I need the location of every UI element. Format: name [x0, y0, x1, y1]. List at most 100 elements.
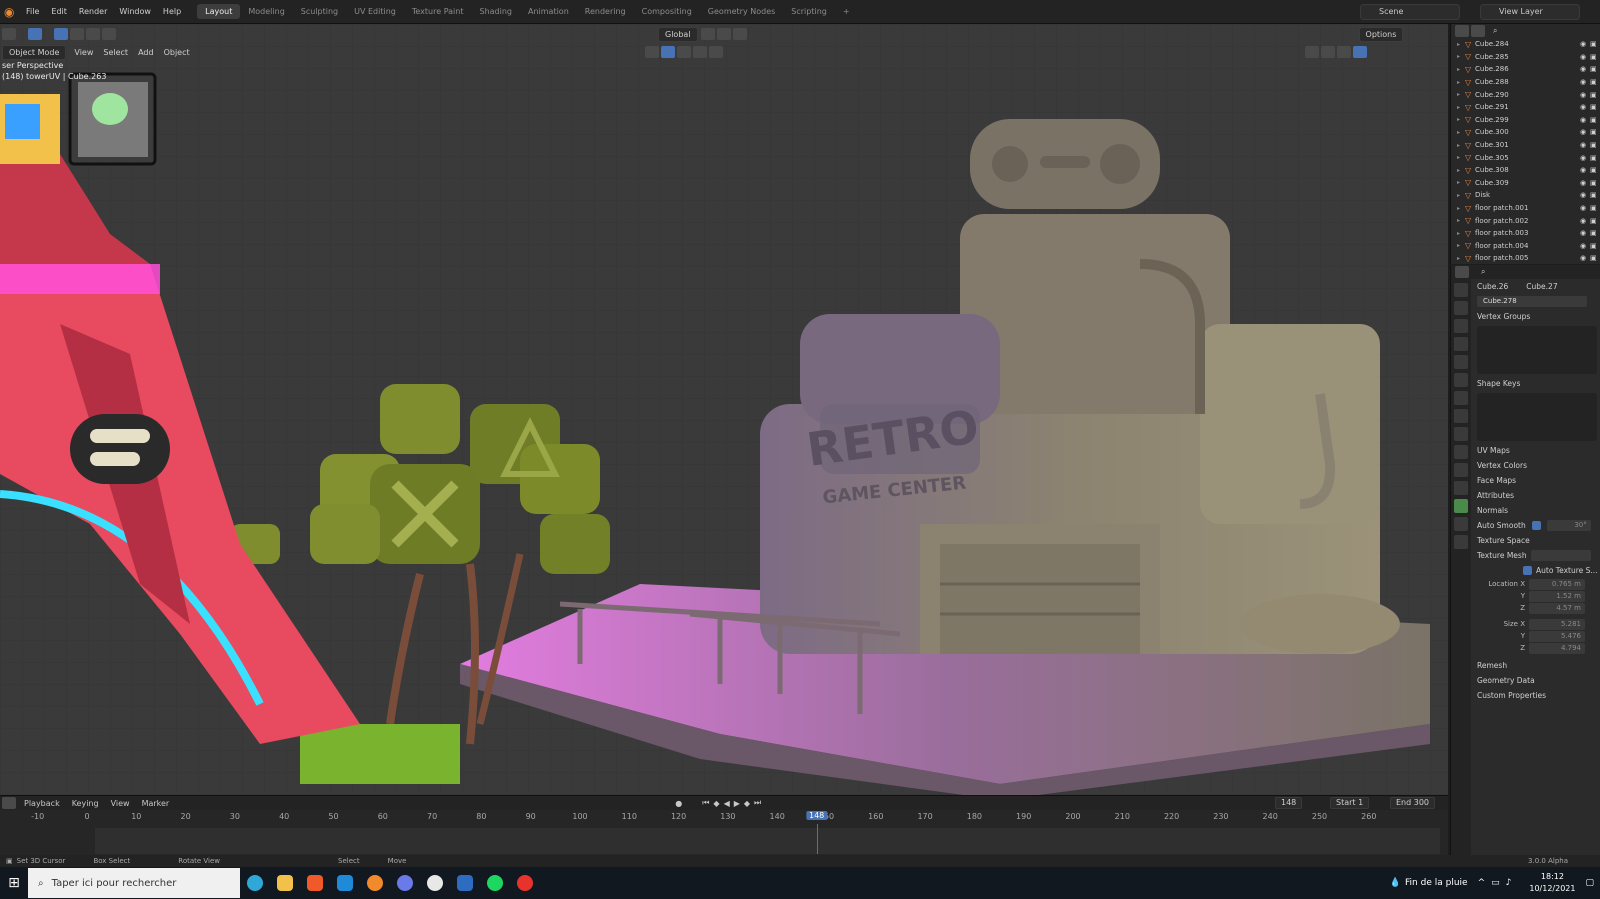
render-camera-icon[interactable]: ▣	[1590, 242, 1600, 250]
visibility-eye-icon[interactable]: ◉	[1580, 103, 1590, 111]
expand-chevron-icon[interactable]: ▸	[1457, 142, 1465, 149]
tab-animation[interactable]: Animation	[520, 4, 577, 19]
visibility-eye-icon[interactable]: ◉	[1580, 191, 1590, 199]
texture-space-panel[interactable]: Texture Space	[1473, 533, 1600, 548]
shape-keys-list[interactable]	[1477, 393, 1597, 441]
edge-icon[interactable]	[240, 867, 270, 899]
outliner-item[interactable]: ▸ ▽ floor patch.002 ◉ ▣	[1451, 214, 1600, 227]
spotify-icon[interactable]	[480, 867, 510, 899]
snapping-icon[interactable]	[716, 28, 731, 40]
expand-chevron-icon[interactable]: ▸	[1457, 255, 1465, 262]
menu-marker[interactable]: Marker	[136, 799, 176, 808]
world-tab-icon[interactable]	[1454, 373, 1468, 387]
proportional-edit-icon[interactable]	[732, 28, 747, 40]
menu-add[interactable]: Add	[133, 48, 159, 57]
tray-chevron-icon[interactable]: ^	[1478, 878, 1486, 888]
select-mode-subtract-icon[interactable]	[86, 28, 100, 40]
tab-layout[interactable]: Layout	[197, 4, 241, 19]
menu-view[interactable]: View	[69, 48, 98, 57]
tab-uv-editing[interactable]: UV Editing	[346, 4, 404, 19]
mail-icon[interactable]	[330, 867, 360, 899]
collection-tab-icon[interactable]	[1454, 391, 1468, 405]
discord-icon[interactable]	[390, 867, 420, 899]
select-mode-extend-icon[interactable]	[70, 28, 84, 40]
brave-icon[interactable]	[300, 867, 330, 899]
menu-file[interactable]: File	[20, 7, 45, 16]
render-camera-icon[interactable]: ▣	[1590, 204, 1600, 212]
jump-end-icon[interactable]: ⏭	[754, 798, 761, 808]
visibility-eye-icon[interactable]: ◉	[1580, 204, 1590, 212]
3d-viewport[interactable]: RETRO GAME CENTER	[0, 24, 1448, 795]
tab-compositing[interactable]: Compositing	[634, 4, 700, 19]
notifications-icon[interactable]: ▢	[1585, 878, 1594, 888]
app-red-icon[interactable]	[510, 867, 540, 899]
jump-start-icon[interactable]: ⏮	[702, 798, 709, 808]
size-value-field[interactable]: 4.794	[1529, 642, 1585, 654]
outliner-item[interactable]: ▸ ▽ Cube.309 ◉ ▣	[1451, 177, 1600, 190]
overlay-icon[interactable]	[676, 46, 691, 58]
render-camera-icon[interactable]: ▣	[1590, 141, 1600, 149]
outliner-item[interactable]: ▸ ▽ Cube.285 ◉ ▣	[1451, 51, 1600, 64]
playhead-frame-badge[interactable]: 148	[805, 811, 828, 820]
outliner-item[interactable]: ▸ ▽ Cube.299 ◉ ▣	[1451, 114, 1600, 127]
render-camera-icon[interactable]: ▣	[1590, 78, 1600, 86]
mesh-data-tab-icon[interactable]	[1454, 499, 1468, 513]
render-camera-icon[interactable]: ▣	[1590, 217, 1600, 225]
render-tab-icon[interactable]	[1454, 301, 1468, 315]
expand-chevron-icon[interactable]: ▸	[1457, 66, 1465, 73]
windows-start-icon[interactable]: ⊞	[0, 867, 28, 899]
view-layer-selector[interactable]: View Layer	[1480, 4, 1580, 20]
normals-panel[interactable]: Normals	[1473, 503, 1600, 518]
mesh-name-field[interactable]: Cube.278	[1477, 296, 1587, 307]
tool-tab-icon[interactable]	[1454, 283, 1468, 297]
visibility-eye-icon[interactable]: ◉	[1580, 78, 1590, 86]
expand-chevron-icon[interactable]: ▸	[1457, 91, 1465, 98]
shading-solid-icon[interactable]	[1320, 46, 1335, 58]
taskbar-search[interactable]: ⌕ Taper ici pour rechercher	[28, 868, 240, 898]
visibility-eye-icon[interactable]: ◉	[1580, 65, 1590, 73]
face-maps-panel[interactable]: Face Maps	[1473, 473, 1600, 488]
blender-icon[interactable]	[360, 867, 390, 899]
outliner-item[interactable]: ▸ ▽ Disk ◉ ▣	[1451, 189, 1600, 202]
object-mode-dropdown[interactable]: Object Mode	[2, 44, 67, 60]
expand-chevron-icon[interactable]: ▸	[1457, 242, 1465, 249]
visibility-eye-icon[interactable]: ◉	[1580, 141, 1590, 149]
expand-chevron-icon[interactable]: ▸	[1457, 41, 1465, 48]
menu-object[interactable]: Object	[159, 48, 195, 57]
properties-editor-type-icon[interactable]	[1455, 266, 1469, 278]
expand-chevron-icon[interactable]: ▸	[1457, 230, 1465, 237]
file-explorer-icon[interactable]	[270, 867, 300, 899]
outliner-item[interactable]: ▸ ▽ Cube.305 ◉ ▣	[1451, 151, 1600, 164]
render-camera-icon[interactable]: ▣	[1590, 128, 1600, 136]
expand-chevron-icon[interactable]: ▸	[1457, 154, 1465, 161]
frame-ruler[interactable]: -100102030405060708090100110120130140150…	[0, 812, 1448, 826]
view-layer-tab-icon[interactable]	[1454, 337, 1468, 351]
add-workspace-icon[interactable]: +	[835, 4, 858, 19]
gizmo-icon[interactable]	[660, 46, 675, 58]
next-keyframe-icon[interactable]: ◆	[744, 799, 750, 808]
render-camera-icon[interactable]: ▣	[1590, 116, 1600, 124]
expand-chevron-icon[interactable]: ▸	[1457, 205, 1465, 212]
clock[interactable]: 18:12 10/12/2021	[1529, 871, 1575, 895]
outliner-item[interactable]: ▸ ▽ Cube.301 ◉ ▣	[1451, 139, 1600, 152]
visibility-eye-icon[interactable]: ◉	[1580, 128, 1590, 136]
current-frame-field[interactable]: 148	[1275, 797, 1303, 809]
menu-playback[interactable]: Playback	[18, 799, 66, 808]
select-mode-new-icon[interactable]	[54, 28, 68, 40]
outliner-item[interactable]: ▸ ▽ Cube.308 ◉ ▣	[1451, 164, 1600, 177]
shading-material-icon[interactable]	[1336, 46, 1351, 58]
outliner-item[interactable]: ▸ ▽ Cube.284 ◉ ▣	[1451, 38, 1600, 51]
shading-rendered-icon[interactable]	[1352, 46, 1367, 58]
particles-tab-icon[interactable]	[1454, 445, 1468, 459]
auto-texture-space-checkbox[interactable]	[1523, 566, 1532, 575]
expand-chevron-icon[interactable]: ▸	[1457, 167, 1465, 174]
network-icon[interactable]: ▭	[1491, 878, 1500, 888]
menu-window[interactable]: Window	[113, 7, 157, 16]
weather-text[interactable]: Fin de la pluie	[1405, 878, 1468, 888]
auto-smooth-checkbox[interactable]	[1531, 521, 1541, 530]
prev-keyframe-icon[interactable]: ◆	[713, 799, 719, 808]
tab-scripting[interactable]: Scripting	[783, 4, 835, 19]
visibility-eye-icon[interactable]: ◉	[1580, 40, 1590, 48]
zoom-icon[interactable]	[708, 46, 723, 58]
outliner-item[interactable]: ▸ ▽ Cube.300 ◉ ▣	[1451, 126, 1600, 139]
